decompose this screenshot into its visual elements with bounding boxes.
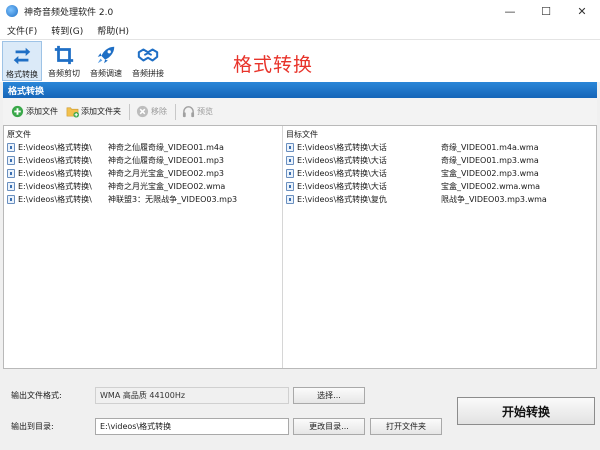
preview-button[interactable]: 预览 bbox=[182, 105, 213, 118]
file-icon bbox=[7, 156, 15, 165]
format-field: WMA 高品质 44100Hz bbox=[95, 387, 289, 404]
table-row[interactable]: E:\videos\格式转换\大话 奇缘_VIDEO01.m4a.wma bbox=[283, 141, 596, 154]
source-path: E:\videos\格式转换\ bbox=[18, 169, 92, 178]
file-icon bbox=[7, 143, 15, 152]
close-button[interactable]: ✕ bbox=[564, 0, 600, 22]
tool-label: 音频剪切 bbox=[48, 69, 80, 78]
preview-label: 预览 bbox=[197, 107, 213, 116]
menu-goto[interactable]: 转到(G) bbox=[44, 24, 90, 37]
minimize-button[interactable]: — bbox=[492, 0, 528, 22]
table-row[interactable]: E:\videos\格式转换\ 神奇之月光宝盒_VIDEO02.mp3 bbox=[4, 167, 282, 180]
tool-label: 格式转换 bbox=[6, 70, 38, 79]
file-icon bbox=[286, 143, 294, 152]
folder-add-icon bbox=[66, 107, 79, 118]
output-settings: 输出文件格式: WMA 高品质 44100Hz 选择... 输出到目录: E:\… bbox=[3, 372, 597, 448]
tool-audio-cut[interactable]: 音频剪切 bbox=[44, 41, 84, 81]
tool-audio-join[interactable]: 音频拼接 bbox=[128, 41, 168, 81]
menu-file[interactable]: 文件(F) bbox=[0, 24, 44, 37]
file-list[interactable]: 原文件 E:\videos\格式转换\ 神奇之仙履奇缘_VIDEO01.m4a E… bbox=[3, 125, 597, 369]
window-title: 神奇音频处理软件 2.0 bbox=[24, 7, 114, 18]
tool-label: 音频调速 bbox=[90, 69, 122, 78]
title-bar: 神奇音频处理软件 2.0 — ☐ ✕ bbox=[0, 0, 600, 22]
file-icon bbox=[286, 156, 294, 165]
file-icon bbox=[7, 182, 15, 191]
target-filename: 宝盒_VIDEO02.mp3.wma bbox=[441, 169, 539, 178]
output-dir-field[interactable]: E:\videos\格式转换 bbox=[95, 418, 289, 435]
source-filename: 神奇之仙履奇缘_VIDEO01.m4a bbox=[108, 143, 224, 152]
convert-icon bbox=[13, 47, 31, 65]
table-row[interactable]: E:\videos\格式转换\大话 奇缘_VIDEO01.mp3.wma bbox=[283, 154, 596, 167]
file-toolbar: 添加文件 添加文件夹 移除 预览 bbox=[3, 98, 597, 125]
target-filename: 宝盒_VIDEO02.wma.wma bbox=[441, 182, 541, 191]
source-path: E:\videos\格式转换\ bbox=[18, 195, 92, 204]
table-row[interactable]: E:\videos\格式转换\大话 宝盒_VIDEO02.wma.wma bbox=[283, 180, 596, 193]
handshake-icon bbox=[137, 48, 159, 62]
menu-help[interactable]: 帮助(H) bbox=[90, 24, 136, 37]
remove-button[interactable]: 移除 bbox=[136, 105, 167, 118]
add-folder-label: 添加文件夹 bbox=[81, 107, 121, 116]
add-file-label: 添加文件 bbox=[26, 107, 58, 116]
source-column: 原文件 E:\videos\格式转换\ 神奇之仙履奇缘_VIDEO01.m4a E… bbox=[4, 126, 282, 368]
remove-label: 移除 bbox=[151, 107, 167, 116]
toolbar-separator bbox=[175, 103, 176, 120]
rocket-icon bbox=[97, 46, 115, 64]
change-dir-button[interactable]: 更改目录... bbox=[293, 418, 365, 435]
source-filename: 神奇之月光宝盒_VIDEO02.mp3 bbox=[108, 169, 225, 178]
source-path: E:\videos\格式转换\ bbox=[18, 156, 92, 165]
add-icon bbox=[11, 105, 24, 118]
file-icon bbox=[7, 169, 15, 178]
file-icon bbox=[286, 169, 294, 178]
source-path: E:\videos\格式转换\ bbox=[18, 143, 92, 152]
window-controls: — ☐ ✕ bbox=[492, 0, 600, 22]
panel-header: 格式转换 bbox=[3, 82, 597, 98]
source-path: E:\videos\格式转换\ bbox=[18, 182, 92, 191]
tool-label: 音频拼接 bbox=[132, 69, 164, 78]
target-path: E:\videos\格式转换\大话 bbox=[297, 169, 387, 178]
target-header: 目标文件 bbox=[286, 130, 318, 139]
open-folder-button[interactable]: 打开文件夹 bbox=[370, 418, 442, 435]
table-row[interactable]: E:\videos\格式转换\复仇 限战争_VIDEO03.mp3.wma bbox=[283, 193, 596, 206]
target-path: E:\videos\格式转换\大话 bbox=[297, 143, 387, 152]
target-filename: 限战争_VIDEO03.mp3.wma bbox=[441, 195, 547, 204]
menu-bar: 文件(F) 转到(G) 帮助(H) bbox=[0, 22, 600, 40]
table-row[interactable]: E:\videos\格式转换\大话 宝盒_VIDEO02.mp3.wma bbox=[283, 167, 596, 180]
add-folder-button[interactable]: 添加文件夹 bbox=[66, 105, 121, 118]
file-icon bbox=[7, 195, 15, 204]
format-label: 输出文件格式: bbox=[11, 391, 62, 400]
add-file-button[interactable]: 添加文件 bbox=[11, 105, 58, 118]
file-icon bbox=[286, 182, 294, 191]
target-filename: 奇缘_VIDEO01.m4a.wma bbox=[441, 143, 539, 152]
maximize-button[interactable]: ☐ bbox=[528, 0, 564, 22]
start-convert-button[interactable]: 开始转换 bbox=[457, 397, 595, 425]
target-path: E:\videos\格式转换\大话 bbox=[297, 182, 387, 191]
source-filename: 神奇之仙履奇缘_VIDEO01.mp3 bbox=[108, 156, 225, 165]
choose-format-button[interactable]: 选择... bbox=[293, 387, 365, 404]
table-row[interactable]: E:\videos\格式转换\ 神奇之月光宝盒_VIDEO02.wma bbox=[4, 180, 282, 193]
toolbar-separator bbox=[129, 103, 130, 120]
tool-format-convert[interactable]: 格式转换 bbox=[2, 41, 42, 81]
crop-icon bbox=[54, 45, 74, 65]
page-title: 格式转换 bbox=[233, 54, 314, 76]
dir-label: 输出到目录: bbox=[11, 422, 54, 431]
table-row[interactable]: E:\videos\格式转换\ 神奇之仙履奇缘_VIDEO01.m4a bbox=[4, 141, 282, 154]
app-icon bbox=[6, 5, 18, 17]
target-path: E:\videos\格式转换\复仇 bbox=[297, 195, 387, 204]
remove-icon bbox=[136, 105, 149, 118]
source-filename: 神联盟3：无限战争_VIDEO03.mp3 bbox=[108, 195, 238, 204]
source-header: 原文件 bbox=[7, 130, 31, 139]
target-filename: 奇缘_VIDEO01.mp3.wma bbox=[441, 156, 539, 165]
target-column: 目标文件 E:\videos\格式转换\大话 奇缘_VIDEO01.m4a.wma… bbox=[283, 126, 596, 368]
headphones-icon bbox=[182, 106, 195, 118]
table-row[interactable]: E:\videos\格式转换\ 神联盟3：无限战争_VIDEO03.mp3 bbox=[4, 193, 282, 206]
target-path: E:\videos\格式转换\大话 bbox=[297, 156, 387, 165]
file-icon bbox=[286, 195, 294, 204]
tool-audio-speed[interactable]: 音频调速 bbox=[86, 41, 126, 81]
table-row[interactable]: E:\videos\格式转换\ 神奇之仙履奇缘_VIDEO01.mp3 bbox=[4, 154, 282, 167]
source-filename: 神奇之月光宝盒_VIDEO02.wma bbox=[108, 182, 226, 191]
